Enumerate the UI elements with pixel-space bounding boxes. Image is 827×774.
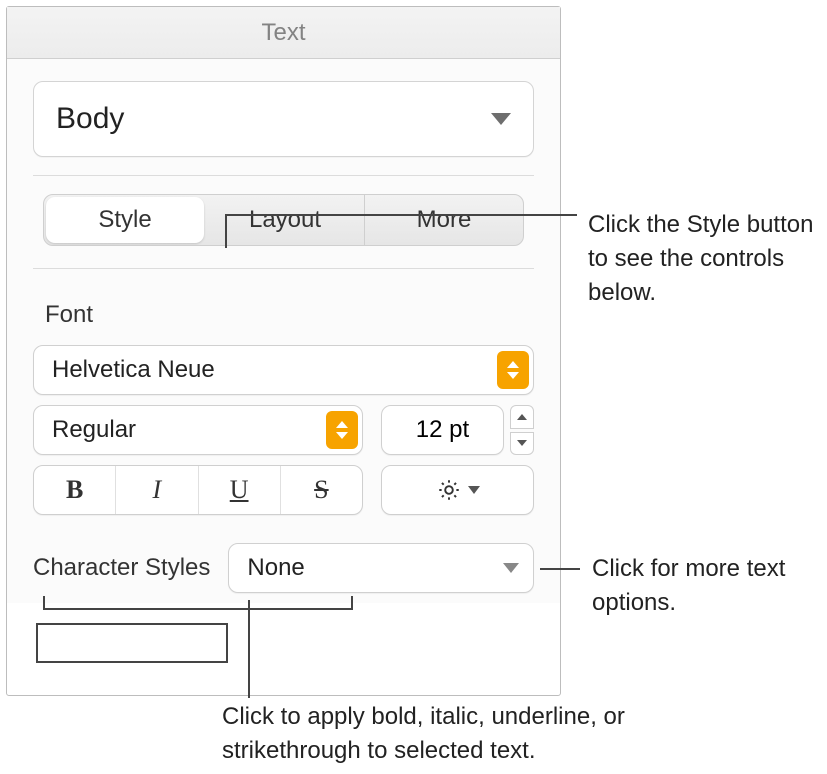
font-size-group: 12 pt <box>381 405 534 455</box>
strikethrough-button[interactable]: S <box>281 466 362 514</box>
font-size-stepper <box>510 405 534 455</box>
font-size-value: 12 pt <box>416 416 469 444</box>
underline-button[interactable]: U <box>199 466 281 514</box>
more-text-options-button[interactable] <box>381 465 534 515</box>
character-styles-label: Character Styles <box>33 554 210 582</box>
bold-button[interactable]: B <box>34 466 116 514</box>
bold-icon: B <box>66 475 83 505</box>
gear-icon <box>436 477 462 503</box>
chevron-down-icon <box>468 486 480 494</box>
tab-style-label: Style <box>98 206 151 234</box>
panel-header: Text <box>7 7 560 59</box>
italic-button[interactable]: I <box>116 466 198 514</box>
font-typeface-select[interactable]: Regular <box>33 405 363 455</box>
font-row-typeface-size: Regular 12 pt <box>33 405 534 455</box>
tab-more[interactable]: More <box>365 195 523 245</box>
callout-line <box>540 568 580 570</box>
updown-arrows-icon <box>326 411 358 449</box>
updown-arrows-icon <box>497 351 529 389</box>
character-styles-select[interactable]: None <box>228 543 534 593</box>
caret-up-icon <box>517 414 527 420</box>
panel-title: Text <box>261 19 305 47</box>
font-section-label: Font <box>45 301 534 329</box>
callout-connector <box>225 214 227 248</box>
strikethrough-icon: S <box>314 475 328 505</box>
italic-icon: I <box>153 475 162 505</box>
view-segmented-control: Style Layout More <box>43 194 524 246</box>
text-inspector-panel: Text Body Style Layout More Font <box>6 6 561 696</box>
divider <box>33 268 534 269</box>
font-size-step-down[interactable] <box>510 432 534 456</box>
callout-bracket <box>43 596 353 610</box>
paragraph-style-value: Body <box>56 102 124 136</box>
callout-gear: Click for more text options. <box>592 552 812 620</box>
font-size-field[interactable]: 12 pt <box>381 405 504 455</box>
tab-style[interactable]: Style <box>46 197 204 243</box>
chevron-down-icon <box>491 113 511 125</box>
panel-body: Body Style Layout More Font Helvetica Ne… <box>7 59 560 603</box>
chevron-down-icon <box>503 563 519 573</box>
text-format-group: B I U S <box>33 465 363 515</box>
font-family-select[interactable]: Helvetica Neue <box>33 345 534 395</box>
divider <box>33 175 534 176</box>
tab-layout-label: Layout <box>249 206 321 234</box>
callout-style-button: Click the Style button to see the contro… <box>588 208 818 310</box>
tabs-container: Style Layout More <box>33 194 534 268</box>
font-family-value: Helvetica Neue <box>52 356 215 384</box>
callout-line <box>237 214 577 216</box>
character-styles-value: None <box>247 554 304 582</box>
callout-connector <box>248 600 250 698</box>
character-styles-row: Character Styles None <box>33 543 534 593</box>
callout-formats: Click to apply bold, italic, underline, … <box>222 700 732 768</box>
caret-down-icon <box>517 440 527 446</box>
font-typeface-value: Regular <box>52 416 136 444</box>
underline-icon: U <box>230 475 249 505</box>
paragraph-style-select[interactable]: Body <box>33 81 534 157</box>
font-row-formats-gear: B I U S <box>33 465 534 515</box>
tab-more-label: More <box>417 206 472 234</box>
tab-layout[interactable]: Layout <box>206 195 365 245</box>
font-size-step-up[interactable] <box>510 405 534 429</box>
